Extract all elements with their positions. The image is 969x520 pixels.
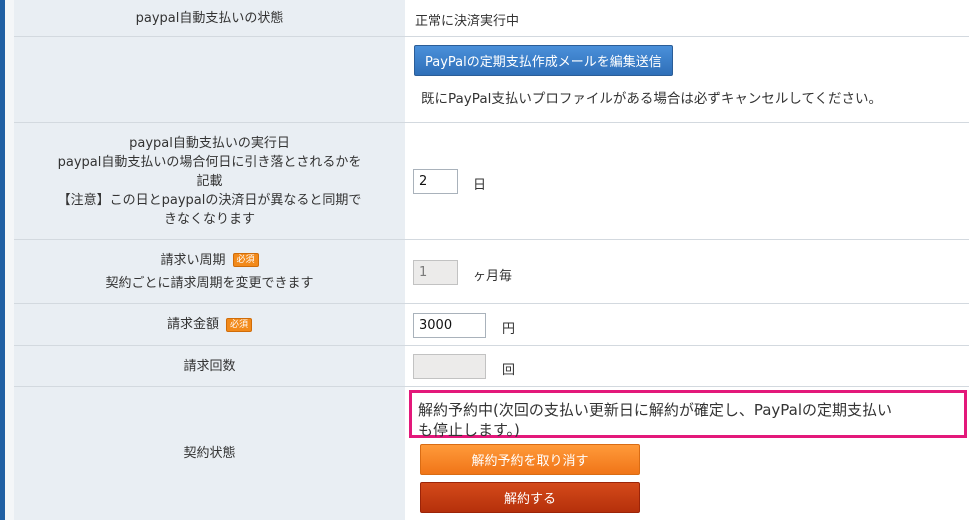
label-cell: paypal自動支払いの実行日 paypal自動支払いの場合何日に引き落とされる… [14, 123, 405, 239]
value-cell: ヶ月毎 [405, 240, 969, 303]
send-paypal-mail-button[interactable]: PayPalの定期支払作成メールを編集送信 [414, 45, 673, 76]
billing-cycle-label: 請求い周期 [160, 252, 226, 268]
billing-cycle-unit: ヶ月毎 [473, 269, 513, 284]
billing-amount-label-wrap: 請求金額 必須 [166, 315, 253, 334]
payment-status-value: 正常に決済実行中 [415, 14, 520, 29]
execution-day-help-cont: 記載 [196, 173, 223, 189]
billing-cycle-label-wrap: 請求い周期 必須 [160, 251, 259, 270]
billing-count-input [413, 354, 486, 379]
paypal-profile-note: 既にPayPal支払いプロファイルがある場合は必ずキャンセルしてください。 [421, 91, 883, 107]
billing-amount-input[interactable] [413, 313, 486, 338]
billing-cycle-input [413, 260, 458, 285]
label-cell: 請求金額 必須 [14, 304, 405, 345]
value-cell: 日 [405, 123, 969, 239]
billing-cycle-help: 契約ごとに請求周期を変更できます [105, 275, 314, 291]
billing-count-label: 請求回数 [183, 358, 236, 374]
billing-amount-label: 請求金額 [166, 317, 219, 332]
contract-status-text: 解約予約中(次回の支払い更新日に解約が確定し、PayPalの定期支払い [418, 401, 893, 419]
cancel-contract-button[interactable]: 解約する [420, 482, 640, 513]
label-cell [14, 37, 405, 122]
row-contract-status: 契約状態 解約予約中(次回の支払い更新日に解約が確定し、PayPalの定期支払い… [14, 387, 969, 520]
row-billing-amount: 請求金額 必須 円 [14, 304, 969, 346]
execution-day-input[interactable] [413, 169, 458, 194]
execution-day-help: paypal自動支払いの場合何日に引き落とされるかを [57, 154, 362, 170]
billing-amount-unit: 円 [502, 322, 516, 337]
label-cell: 請求回数 [14, 346, 405, 386]
row-payment-status: paypal自動支払いの状態 正常に決済実行中 [14, 0, 969, 37]
value-cell: 回 [405, 346, 969, 386]
execution-day-warning-cont: きなくなります [163, 211, 255, 227]
contract-form-table: paypal自動支払いの状態 正常に決済実行中 PayPalの定期支払作成メール… [14, 0, 969, 520]
value-cell: PayPalの定期支払作成メールを編集送信 既にPayPal支払いプロファイルが… [405, 37, 969, 122]
undo-cancel-reservation-button[interactable]: 解約予約を取り消す [420, 444, 640, 475]
execution-day-unit: 日 [473, 178, 487, 193]
contract-status-text-cont: も停止します。) [418, 421, 520, 439]
row-billing-cycle: 請求い周期 必須 契約ごとに請求周期を変更できます ヶ月毎 [14, 240, 969, 304]
billing-count-unit: 回 [502, 363, 516, 378]
label-cell: 請求い周期 必須 契約ごとに請求周期を変更できます [14, 240, 405, 303]
row-execution-day: paypal自動支払いの実行日 paypal自動支払いの場合何日に引き落とされる… [14, 123, 969, 240]
payment-status-label: paypal自動支払いの状態 [135, 10, 284, 26]
required-badge: 必須 [232, 253, 259, 267]
left-gutter [5, 0, 14, 520]
label-cell: paypal自動支払いの状態 [14, 0, 405, 36]
row-billing-count: 請求回数 回 [14, 346, 969, 387]
contract-status-label: 契約状態 [183, 446, 236, 461]
cancellation-reserved-notice: 解約予約中(次回の支払い更新日に解約が確定し、PayPalの定期支払い も停止し… [409, 390, 967, 439]
value-cell: 円 [405, 304, 969, 345]
execution-day-label: paypal自動支払いの実行日 [129, 135, 290, 151]
required-badge: 必須 [226, 317, 253, 332]
value-cell: 正常に決済実行中 [405, 0, 969, 36]
row-paypal-mail: PayPalの定期支払作成メールを編集送信 既にPayPal支払いプロファイルが… [14, 37, 969, 123]
label-cell: 契約状態 [14, 387, 405, 520]
value-cell: 解約予約中(次回の支払い更新日に解約が確定し、PayPalの定期支払い も停止し… [405, 387, 969, 520]
execution-day-warning: 【注意】この日とpaypalの決済日が異なると同期で [57, 192, 362, 208]
